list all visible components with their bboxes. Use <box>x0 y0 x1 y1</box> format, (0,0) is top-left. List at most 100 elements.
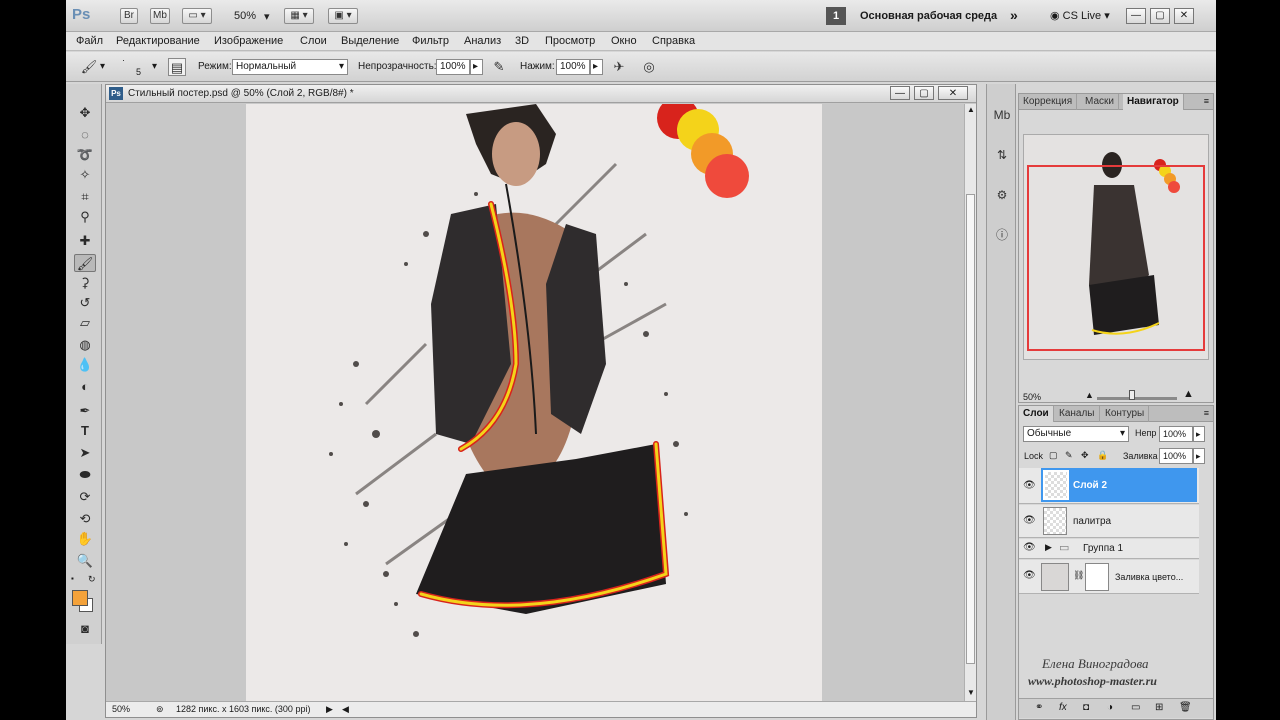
brush-tool-icon[interactable]: 🖌 <box>74 254 96 272</box>
history-brush-tool-icon[interactable]: ↺ <box>74 294 96 312</box>
menu-file[interactable]: Файл <box>76 35 103 47</box>
canvas-image[interactable] <box>246 104 822 701</box>
tab-layers[interactable]: Слои <box>1019 406 1054 422</box>
zoom-dropdown-icon[interactable]: ▾ <box>264 10 270 23</box>
workspace-name[interactable]: Основная рабочая среда <box>860 10 997 22</box>
layer-row-1[interactable]: 👁 Слой 2 <box>1019 468 1199 504</box>
maximize-button[interactable]: ▢ <box>1150 8 1170 24</box>
close-button[interactable]: ✕ <box>1174 8 1194 24</box>
navigator-view-frame[interactable] <box>1027 165 1205 351</box>
navigator-zoom[interactable]: 50% <box>1023 392 1041 402</box>
menu-window[interactable]: Окно <box>611 35 637 47</box>
menu-image[interactable]: Изображение <box>214 35 283 47</box>
visibility-eye-icon[interactable]: 👁 <box>1023 480 1036 491</box>
foreground-color-swatch[interactable] <box>72 590 88 606</box>
doc-minimize-button[interactable]: — <box>890 86 910 100</box>
mini-bridge-panel-icon[interactable]: Mb <box>991 104 1013 126</box>
airbrush-icon[interactable]: ✈ <box>610 58 628 76</box>
blur-tool-icon[interactable]: 💧 <box>74 356 96 374</box>
magic-wand-tool-icon[interactable]: ✧ <box>74 166 96 184</box>
visibility-eye-icon[interactable]: 👁 <box>1023 515 1036 526</box>
add-mask-icon[interactable]: ◘ <box>1083 702 1089 713</box>
opacity-pressure-icon[interactable]: ✎ <box>490 58 508 76</box>
cs-live-button[interactable]: ◉ CS Live ▾ <box>1050 9 1110 22</box>
arrange-documents-button[interactable]: ▦ ▾ <box>284 8 314 24</box>
tab-masks[interactable]: Маски <box>1081 94 1119 110</box>
navigator-menu-icon[interactable]: ≡ <box>1204 96 1209 106</box>
hscroll-left-icon[interactable]: ◀ <box>342 704 349 715</box>
mini-bridge-button[interactable]: Mb <box>150 8 170 24</box>
marquee-tool-icon[interactable]: ◌ <box>74 126 96 144</box>
scroll-down-icon[interactable]: ▼ <box>967 688 975 697</box>
delete-layer-icon[interactable]: 🗑 <box>1179 702 1192 713</box>
menu-help[interactable]: Справка <box>652 35 695 47</box>
brush-preset-arrow-icon[interactable]: ▾ <box>100 61 105 72</box>
pressure-field[interactable]: 100% <box>556 59 590 75</box>
vertical-scroll-thumb[interactable] <box>966 194 975 664</box>
move-tool-icon[interactable]: ✥ <box>74 104 96 122</box>
info-panel-icon[interactable]: ⓘ <box>991 224 1013 246</box>
navigator-preview[interactable] <box>1023 134 1209 360</box>
status-zoom[interactable]: 50% <box>112 704 130 714</box>
layer-opacity-field[interactable]: 100% <box>1159 426 1193 442</box>
brush-preset-icon[interactable]: 🖌 <box>80 58 98 76</box>
new-layer-icon[interactable]: ⊞ <box>1155 702 1163 713</box>
zoom-level[interactable]: 50% <box>234 10 256 22</box>
minimize-button[interactable]: — <box>1126 8 1146 24</box>
blend-mode-select[interactable]: Обычные ▾ <box>1023 426 1129 442</box>
new-group-icon[interactable]: ▭ <box>1131 702 1140 713</box>
eraser-tool-icon[interactable]: ▱ <box>74 314 96 332</box>
tablet-pressure-size-icon[interactable]: ◎ <box>640 58 658 76</box>
lasso-tool-icon[interactable]: ➰ <box>74 146 96 164</box>
default-colors-icon[interactable]: ▪ <box>71 574 74 583</box>
hand-tool-icon[interactable]: ✋ <box>74 530 96 548</box>
opacity-field[interactable]: 100% <box>436 59 470 75</box>
menu-filter[interactable]: Фильтр <box>412 35 449 47</box>
swap-colors-icon[interactable]: ↻ <box>88 574 96 585</box>
menu-select[interactable]: Выделение <box>341 35 399 47</box>
crop-tool-icon[interactable]: ⌗ <box>74 188 96 206</box>
view-extras-button[interactable]: ▭ ▾ <box>182 8 212 24</box>
doc-maximize-button[interactable]: ▢ <box>914 86 934 100</box>
3d-orbit-tool-icon[interactable]: ⟲ <box>74 510 96 528</box>
healing-brush-tool-icon[interactable]: ✚ <box>74 232 96 250</box>
expand-group-icon[interactable]: ▶ <box>1045 542 1052 553</box>
zoom-out-icon[interactable]: ▲ <box>1085 390 1094 400</box>
vertical-scrollbar[interactable]: ▲ ▼ <box>964 104 976 701</box>
mode-select[interactable]: Нормальный ▾ <box>232 59 348 75</box>
scroll-up-icon[interactable]: ▲ <box>967 105 975 114</box>
lock-image-icon[interactable]: ✎ <box>1065 450 1073 461</box>
pressure-slider-arrow-icon[interactable]: ▸ <box>590 59 603 75</box>
3d-rotate-tool-icon[interactable]: ⟳ <box>74 488 96 506</box>
status-menu-arrow-icon[interactable]: ▶ <box>326 704 333 715</box>
layer-row-3[interactable]: 👁 ▶ ▭ Группа 1 <box>1019 539 1199 559</box>
shape-tool-icon[interactable]: ⬬ <box>74 466 96 484</box>
quick-mask-icon[interactable]: ◙ <box>74 620 96 638</box>
clone-stamp-tool-icon[interactable]: ⚳ <box>74 274 96 292</box>
layer-opacity-arrow-icon[interactable]: ▸ <box>1193 426 1205 442</box>
lock-position-icon[interactable]: ✥ <box>1081 450 1089 461</box>
layer-row-2[interactable]: 👁 палитра <box>1019 505 1199 538</box>
screen-mode-button[interactable]: ▣ ▾ <box>328 8 358 24</box>
brush-size[interactable]: 5 <box>136 67 141 77</box>
bridge-button[interactable]: Br <box>120 8 138 24</box>
type-tool-icon[interactable]: T <box>74 422 96 440</box>
document-tab[interactable]: Ps Стильный постер.psd @ 50% (Слой 2, RG… <box>106 85 976 103</box>
menu-layers[interactable]: Слои <box>300 35 327 47</box>
tab-navigator[interactable]: Навигатор <box>1123 94 1184 110</box>
menu-analysis[interactable]: Анализ <box>464 35 501 47</box>
workspace-more-icon[interactable]: » <box>1010 7 1018 23</box>
eyedropper-tool-icon[interactable]: ⚲ <box>74 208 96 226</box>
pen-tool-icon[interactable]: ✒ <box>74 402 96 420</box>
dodge-tool-icon[interactable]: ◐ <box>74 378 96 396</box>
tab-adjustments[interactable]: Коррекция <box>1019 94 1078 110</box>
brush-panel-icon[interactable]: ▤ <box>168 58 186 76</box>
zoom-in-icon[interactable]: ▲ <box>1183 388 1194 400</box>
paint-bucket-tool-icon[interactable]: ◍ <box>74 336 96 354</box>
tab-channels[interactable]: Каналы <box>1055 406 1100 422</box>
lock-all-icon[interactable]: 🔒 <box>1097 450 1108 461</box>
brush-size-arrow-icon[interactable]: ▾ <box>152 61 157 72</box>
navigator-zoom-slider[interactable] <box>1097 397 1177 400</box>
doc-close-button[interactable]: ✕ <box>938 86 968 100</box>
tab-paths[interactable]: Контуры <box>1101 406 1150 422</box>
